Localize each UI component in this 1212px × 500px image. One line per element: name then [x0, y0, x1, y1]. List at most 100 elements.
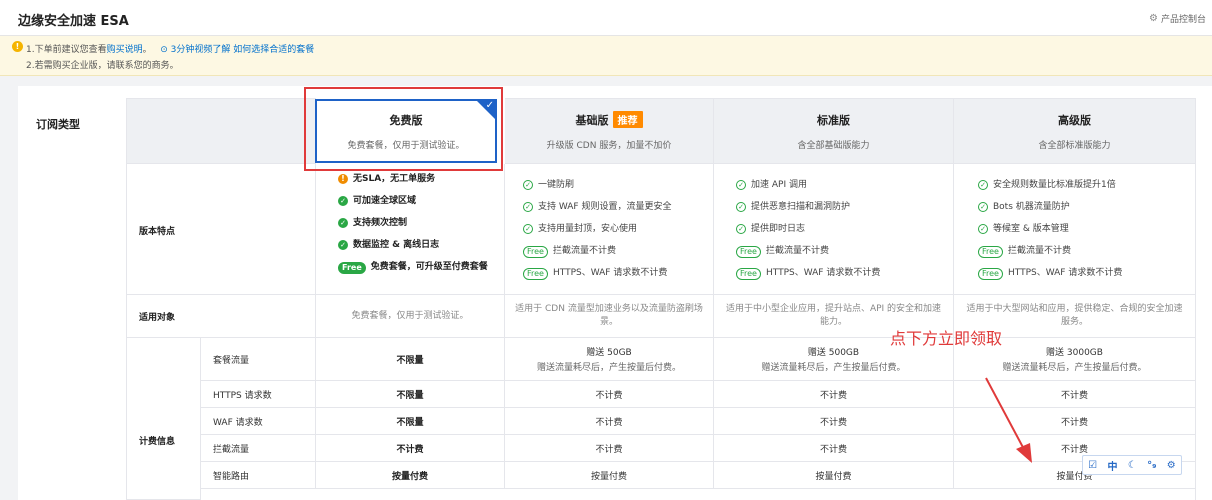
audience-text: 免费套餐，仅用于测试验证。: [351, 310, 469, 321]
billing-value-cell: 不计费: [316, 435, 505, 462]
annotation-arrow: [985, 377, 1032, 463]
red-highlight-box: [304, 87, 503, 171]
feature-item: ! 无SLA，无工单服务: [338, 174, 498, 196]
check-icon: ✓: [523, 224, 533, 234]
billing-subvalue: 赠送流量耗尽后，产生按量后付费。: [761, 363, 906, 373]
feature-item: Free 拦截流量不计费: [523, 246, 709, 268]
chinese-input-icon[interactable]: 中: [1107, 458, 1117, 473]
check-icon: ✓: [338, 196, 348, 206]
feature-text: 无SLA，无工单服务: [353, 174, 436, 184]
billing-subvalue: 赠送流量耗尽后，产生按量后付费。: [1002, 363, 1147, 373]
feature-item: ✓ 提供恶意扫描和漏洞防护: [736, 202, 950, 224]
billing-value: 不计费: [819, 390, 847, 401]
free-pill-icon: Free: [338, 262, 366, 274]
plan-desc: 升级版 CDN 服务，加量不加价: [546, 141, 672, 151]
billing-label: WAF 请求数: [213, 417, 263, 428]
feature-item: Free HTTPS、WAF 请求数不计费: [736, 268, 950, 290]
billing-value: 按量付费: [391, 471, 428, 482]
feature-item: ✓ 数据监控 & 离线日志: [338, 240, 498, 262]
plan-card-basic[interactable]: 基础版 推荐 升级版 CDN 服务，加量不加价: [505, 98, 714, 164]
floating-toolbar: ☑ 中 ☾ °₉ ⚙: [1082, 455, 1182, 475]
billing-value-cell: 赠送 50GB 赠送流量耗尽后，产生按量后付费。: [505, 338, 714, 381]
feature-text: HTTPS、WAF 请求数不计费: [1007, 268, 1123, 278]
billing-label: 套餐流量: [213, 355, 250, 366]
page-title: 边缘安全加速 ESA: [18, 14, 129, 29]
free-pill-icon: Free: [736, 268, 761, 280]
purchase-guide-link[interactable]: 购买说明: [107, 45, 143, 55]
billing-value-cell: 按量付费: [316, 462, 505, 489]
billing-subvalue: 赠送流量耗尽后，产生按量后付费。: [536, 363, 681, 373]
billing-value: 不计费: [819, 417, 847, 428]
features-cell-free: ! 无SLA，无工单服务 ✓ 可加速全球区域 ✓ 支持频次控制 ✓ 数据监控 & 离线日…: [316, 164, 505, 295]
feature-text: 拦截流量不计费: [1007, 246, 1071, 256]
checkbox-icon[interactable]: ☑: [1088, 460, 1097, 471]
notice-line-2: 2.若需购买企业版，请联系您的商务。: [26, 61, 179, 71]
check-icon: ✓: [338, 218, 348, 228]
feature-text: Bots 机器流量防护: [993, 202, 1070, 212]
features-cell-standard: ✓ 加速 API 调用 ✓ 提供恶意扫描和漏洞防护 ✓ 提供即时日志 Free 拦截流量…: [714, 164, 954, 295]
billing-value-cell: 不限量: [316, 408, 505, 435]
feature-item: ✓ 加速 API 调用: [736, 180, 950, 202]
billing-value: 不限量: [396, 390, 424, 401]
feature-item: Free 免费套餐，可升级至付费套餐: [338, 262, 498, 292]
feature-item: ✓ 支持 WAF 规则设置，流量更安全: [523, 202, 709, 224]
plan-guide-link[interactable]: 如何选择合适的套餐: [233, 45, 314, 55]
row-label: 版本特点: [139, 227, 176, 237]
billing-value-cell: 不计费: [505, 435, 714, 462]
free-pill-icon: Free: [523, 268, 548, 280]
feature-item: ✓ 一键防刷: [523, 180, 709, 202]
gear-icon[interactable]: ⚙: [1167, 460, 1176, 471]
play-icon: ⊙: [154, 45, 168, 55]
feature-text: 提供恶意扫描和漏洞防护: [751, 202, 851, 212]
feature-item: ✓ 可加速全球区域: [338, 196, 498, 218]
console-link[interactable]: ⚙ 产品控制台: [1149, 12, 1206, 25]
console-link-label: 产品控制台: [1160, 15, 1206, 25]
billing-value: 不计费: [1060, 444, 1088, 455]
notice-text: 。: [142, 45, 152, 55]
check-icon: ✓: [978, 224, 988, 234]
billing-value-cell: 按量付费: [714, 462, 954, 489]
feature-item: ✓ 支持用量封顶，安心使用: [523, 224, 709, 246]
audience-cell-free: 免费套餐，仅用于测试验证。: [316, 295, 505, 338]
audience-row-label: 适用对象: [126, 295, 316, 338]
billing-value: 不计费: [595, 444, 623, 455]
row-label: 计费信息: [139, 437, 176, 447]
plan-card-premium[interactable]: 高级版 含全部标准版能力: [954, 98, 1196, 164]
warning-icon: !: [12, 41, 23, 52]
billing-value: 不计费: [396, 444, 424, 455]
notice-text: 1.下单前建议您查看: [26, 45, 107, 55]
features-cell-premium: ✓ 安全规则数量比标准版提升1倍 ✓ Bots 机器流量防护 ✓ 等候室 & 版本管理…: [954, 164, 1196, 295]
check-icon: ✓: [978, 202, 988, 212]
billing-row-filler: [201, 489, 1196, 500]
moon-icon[interactable]: ☾: [1128, 460, 1137, 471]
billing-value-cell: 不限量: [316, 338, 505, 381]
punctuation-icon[interactable]: °₉: [1147, 460, 1156, 471]
free-pill-icon: Free: [736, 246, 761, 258]
feature-item: Free HTTPS、WAF 请求数不计费: [978, 268, 1192, 290]
feature-item: Free 拦截流量不计费: [736, 246, 950, 268]
billing-value: 不限量: [396, 417, 424, 428]
plan-name: 基础版: [575, 113, 609, 127]
billing-value: 赠送 500GB: [807, 348, 860, 358]
top-bar: 边缘安全加速 ESA ⚙ 产品控制台: [0, 0, 1212, 36]
billing-value: 不计费: [1060, 417, 1088, 428]
billing-value-cell: 不计费: [714, 408, 954, 435]
free-pill-icon: Free: [978, 268, 1003, 280]
plan-desc: 含全部标准版能力: [1038, 140, 1111, 151]
billing-value-cell: 不计费: [505, 408, 714, 435]
video-link[interactable]: 3分钟视频了解: [171, 45, 231, 55]
feature-text: 加速 API 调用: [751, 180, 807, 190]
gear-icon: ⚙: [1149, 13, 1158, 24]
feature-item: ✓ 等候室 & 版本管理: [978, 224, 1192, 246]
check-icon: ✓: [978, 180, 988, 190]
billing-value: 按量付费: [815, 471, 852, 482]
feature-item: Free HTTPS、WAF 请求数不计费: [523, 268, 709, 290]
free-pill-icon: Free: [523, 246, 548, 258]
check-icon: ✓: [523, 202, 533, 212]
billing-label: 拦截流量: [213, 444, 250, 455]
feature-item: Free 拦截流量不计费: [978, 246, 1192, 268]
plan-card-standard[interactable]: 标准版 含全部基础版能力: [714, 98, 954, 164]
billing-label: 智能路由: [213, 471, 250, 482]
feature-text: 拦截流量不计费: [765, 246, 829, 256]
billing-value: 赠送 3000GB: [1046, 348, 1103, 358]
